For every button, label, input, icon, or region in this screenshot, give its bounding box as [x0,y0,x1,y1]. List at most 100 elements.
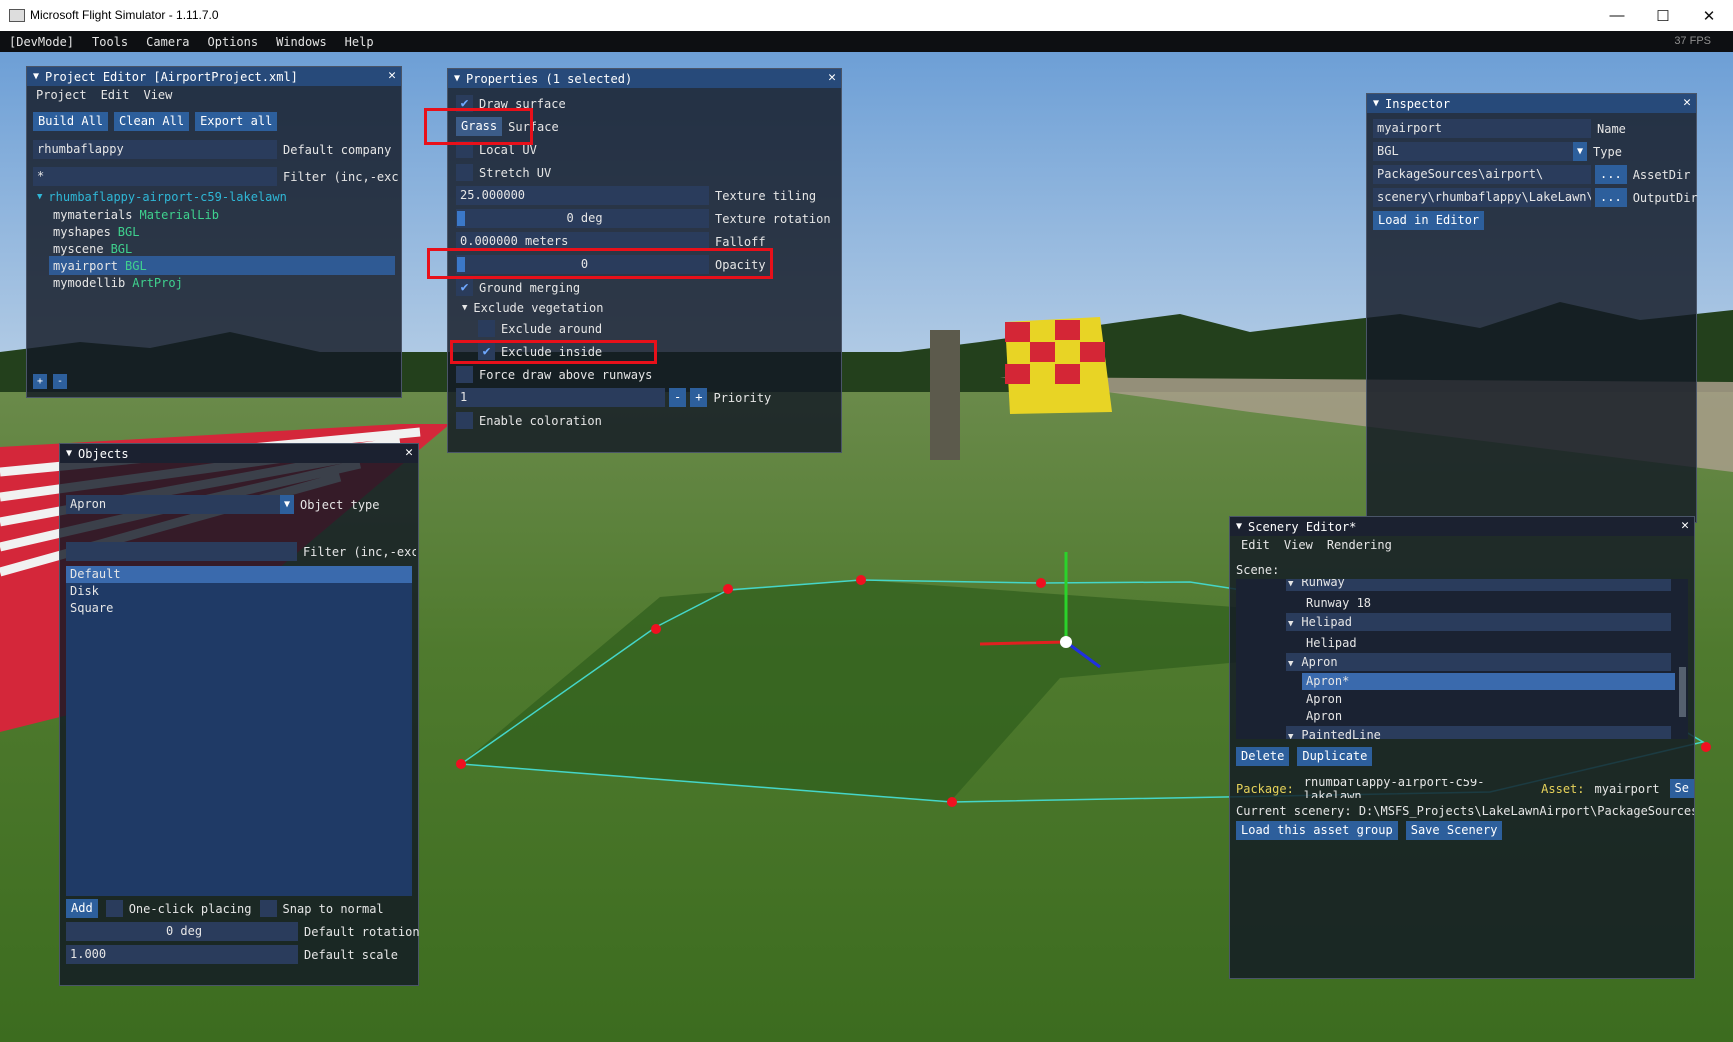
menu-project[interactable]: Project [29,88,94,102]
force-draw-checkbox[interactable] [456,366,473,383]
properties-header[interactable]: ▼ Properties (1 selected) ✕ [448,69,841,88]
project-editor-menu: Project Edit View [29,88,179,102]
slider-grab[interactable] [457,211,465,226]
expand-triangle-icon[interactable]: ▼ [1288,579,1293,589]
objects-filter-input[interactable] [66,542,297,561]
outputdir-browse-button[interactable]: ... [1595,188,1627,207]
menu-options[interactable]: Options [199,35,268,49]
item-name: myshapes [53,224,111,239]
expand-triangle-icon[interactable]: ▼ [462,303,467,313]
scene-tree-item[interactable]: Helipad [1306,634,1357,652]
close-icon[interactable]: ✕ [405,445,413,460]
add-project-item-button[interactable]: + [33,374,48,389]
company-input[interactable]: rhumbaflappy [33,140,277,159]
chevron-down-icon[interactable]: ▼ [280,495,295,514]
delete-button[interactable]: Delete [1236,747,1290,766]
object-type-select[interactable]: Apron [66,495,280,514]
outputdir-input[interactable]: scenery\rhumbaflappy\LakeLawn\ [1373,188,1591,207]
object-type-row: Apron ▼ Object type [66,495,380,514]
priority-increment-button[interactable]: + [690,388,708,407]
scene-tree-item[interactable]: Runway 18 [1306,594,1371,612]
default-rotation-slider[interactable]: 0 deg [66,922,298,941]
minimize-icon[interactable]: — [1594,0,1640,31]
objects-header[interactable]: ▼ Objects ✕ [60,444,418,463]
inspector-outputdir-row: scenery\rhumbaflappy\LakeLawn\ ... Outpu… [1373,188,1698,207]
scenery-editor-title: Scenery Editor* [1248,519,1357,534]
menu-view[interactable]: View [136,88,179,102]
scene-tree-item[interactable]: Apron [1306,708,1342,725]
remove-project-item-button[interactable]: - [53,374,68,389]
package-row: Package: rhumbaflappy-airport-c59-lakela… [1236,779,1694,798]
menu-edit[interactable]: Edit [1234,538,1277,552]
priority-input[interactable]: 1 [456,388,665,407]
build-all-button[interactable]: Build All [33,112,109,131]
collapse-triangle-icon[interactable]: ▼ [1236,521,1242,532]
exclude-around-checkbox[interactable] [478,320,495,337]
scenery-editor-header[interactable]: ▼ Scenery Editor* ✕ [1230,517,1694,536]
menu-devmode[interactable]: [DevMode] [0,35,83,49]
exclude-vegetation-node[interactable]: ▼ Exclude vegetation [462,298,603,317]
objects-list-item[interactable]: Disk [66,583,412,600]
filter-input[interactable]: * [33,167,277,186]
clean-all-button[interactable]: Clean All [114,112,190,131]
texture-rotation-slider[interactable]: 0 deg [456,209,709,228]
inspector-header[interactable]: ▼ Inspector ✕ [1367,94,1696,113]
tree-label: Runway [1301,579,1345,589]
scene-tree-group[interactable]: ▼ Runway [1286,579,1671,591]
menu-tools[interactable]: Tools [83,35,137,49]
asset-select-button[interactable]: Se [1669,779,1694,798]
expand-triangle-icon[interactable]: ▼ [1288,619,1293,629]
close-icon[interactable]: ✕ [1686,0,1732,31]
priority-decrement-button[interactable]: - [669,388,687,407]
project-tree-root[interactable]: ▼ rhumbaflappy-airport-c59-lakelawn [37,187,287,206]
name-input[interactable]: myairport [1373,119,1591,138]
stretch-uv-checkbox[interactable] [456,164,473,181]
menu-help[interactable]: Help [336,35,383,49]
collapse-triangle-icon[interactable]: ▼ [1373,98,1379,109]
duplicate-button[interactable]: Duplicate [1297,747,1373,766]
texture-tiling-input[interactable]: 25.000000 [456,186,709,205]
collapse-triangle-icon[interactable]: ▼ [66,448,72,459]
scene-tree-group[interactable]: ▼ PaintedLine [1286,726,1671,739]
menu-edit[interactable]: Edit [94,88,137,102]
menu-view[interactable]: View [1277,538,1320,552]
add-object-button[interactable]: Add [66,899,98,918]
scene-tree-group[interactable]: ▼ Helipad [1286,613,1671,631]
menu-windows[interactable]: Windows [267,35,336,49]
objects-list-item[interactable]: Default [66,566,412,583]
objects-list-item[interactable]: Square [66,600,412,617]
scene-tree-group[interactable]: ▼ Apron [1286,653,1671,671]
collapse-triangle-icon[interactable]: ▼ [454,73,460,84]
close-icon[interactable]: ✕ [388,68,396,83]
scene-tree-scrollbar[interactable] [1679,667,1686,717]
close-icon[interactable]: ✕ [828,70,836,85]
project-editor-header[interactable]: ▼ Project Editor [AirportProject.xml] ✕ [27,67,401,86]
snap-to-normal-checkbox[interactable] [259,900,277,917]
expand-triangle-icon[interactable]: ▼ [1288,732,1293,739]
load-in-editor-button[interactable]: Load in Editor [1373,211,1485,230]
current-scenery-row: Current scenery: D:\MSFS_Projects\LakeLa… [1236,801,1694,820]
collapse-triangle-icon[interactable]: ▼ [33,71,39,82]
scene-tree-item[interactable]: Apron [1306,691,1342,708]
load-asset-group-button[interactable]: Load this asset group [1236,821,1398,840]
assetdir-browse-button[interactable]: ... [1595,165,1627,184]
expand-triangle-icon[interactable]: ▼ [1288,659,1293,669]
exclude-vegetation-label: Exclude vegetation [473,300,604,315]
assetdir-input[interactable]: PackageSources\airport\ [1373,165,1591,184]
one-click-placing-checkbox[interactable] [105,900,123,917]
type-select[interactable]: BGL [1373,142,1573,161]
menu-camera[interactable]: Camera [137,35,198,49]
chevron-down-icon[interactable]: ▼ [1573,142,1588,161]
expand-triangle-icon[interactable]: ▼ [37,192,42,202]
ground-merging-checkbox[interactable]: ✔ [456,279,473,296]
menu-rendering[interactable]: Rendering [1320,538,1399,552]
close-icon[interactable]: ✕ [1681,518,1689,533]
scene-tree-item-selected[interactable]: Apron* [1302,673,1675,690]
save-scenery-button[interactable]: Save Scenery [1405,821,1503,840]
enable-coloration-checkbox[interactable] [456,412,473,429]
export-all-button[interactable]: Export all [195,112,278,131]
project-item[interactable]: mymodellib ArtProj [53,273,183,292]
default-scale-input[interactable]: 1.000 [66,945,298,964]
close-icon[interactable]: ✕ [1683,95,1691,110]
maximize-icon[interactable]: ☐ [1640,0,1686,31]
